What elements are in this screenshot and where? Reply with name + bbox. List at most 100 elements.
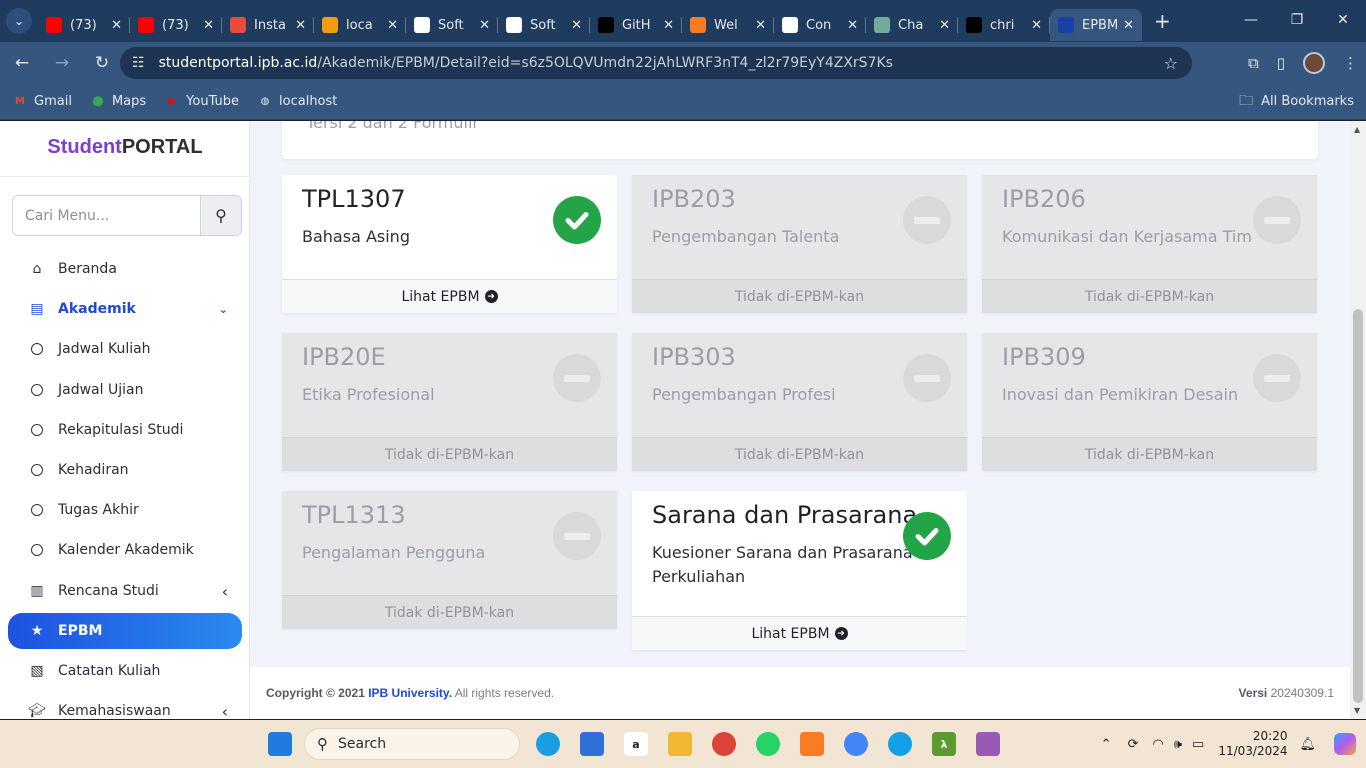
- menu-search-input[interactable]: [13, 196, 200, 235]
- star-icon: ★: [30, 623, 44, 639]
- org-link[interactable]: IPB University.: [368, 686, 452, 700]
- bookmark-item[interactable]: ◍ localhost: [257, 94, 338, 110]
- browser-tab[interactable]: Soft ✕: [406, 9, 498, 41]
- browser-tab[interactable]: Wel ✕: [682, 9, 774, 41]
- windows-start-icon[interactable]: [268, 732, 292, 756]
- terminal-icon[interactable]: λ: [932, 732, 956, 756]
- tab-title: Cha: [898, 17, 924, 33]
- book-icon: ▤: [30, 301, 44, 317]
- whatsapp-icon[interactable]: [756, 732, 780, 756]
- scroll-thumb[interactable]: [1353, 309, 1363, 703]
- store-icon[interactable]: [580, 732, 604, 756]
- bookmark-star-icon[interactable]: ☆: [1164, 54, 1178, 73]
- sidebar-item-tugas-akhir[interactable]: Tugas Akhir: [8, 492, 242, 528]
- tab-close-icon[interactable]: ✕: [755, 18, 766, 33]
- all-bookmarks-button[interactable]: 🗀 All Bookmarks: [1239, 90, 1354, 114]
- sidebar-item-kalender-akademik[interactable]: Kalender Akademik: [8, 532, 242, 568]
- browser-tab[interactable]: GitH ✕: [590, 9, 682, 41]
- tab-close-icon[interactable]: ✕: [111, 18, 122, 33]
- bookmark-item[interactable]: M Gmail: [12, 94, 72, 110]
- browser-tab[interactable]: Cha ✕: [866, 9, 958, 41]
- site-info-icon[interactable]: ☷: [132, 55, 145, 71]
- search-icon[interactable]: ⚲: [200, 196, 241, 235]
- info-card-text: Tersi 2 dan 2 Formulir: [306, 121, 479, 132]
- restore-button[interactable]: ❐: [1274, 0, 1320, 40]
- sidebar-item-catatan-kuliah[interactable]: ▧ Catatan Kuliah: [8, 653, 242, 689]
- chrome-profile-icon[interactable]: [844, 732, 868, 756]
- sidebar-item-rekapitulasi-studi[interactable]: Rekapitulasi Studi: [8, 412, 242, 448]
- scroll-up-icon[interactable]: ▲: [1354, 125, 1360, 134]
- tab-close-icon[interactable]: ✕: [571, 18, 582, 33]
- tab-close-icon[interactable]: ✕: [1031, 18, 1042, 33]
- menu-icon[interactable]: ⋮: [1343, 54, 1358, 72]
- tab-close-icon[interactable]: ✕: [479, 18, 490, 33]
- app-icon[interactable]: [888, 732, 912, 756]
- tab-close-icon[interactable]: ✕: [663, 18, 674, 33]
- browser-tab[interactable]: (73) ✕: [38, 9, 130, 41]
- browser-tab[interactable]: EPBM ✕: [1050, 9, 1142, 41]
- bookmark-item[interactable]: ⬤ Maps: [90, 94, 146, 110]
- bookmark-item[interactable]: ▶ YouTube: [164, 94, 239, 110]
- edge-icon[interactable]: [536, 732, 560, 756]
- clock[interactable]: 20:20 11/03/2024: [1218, 729, 1287, 759]
- tab-search-button[interactable]: ⌄: [6, 8, 32, 34]
- browser-tab[interactable]: Soft ✕: [498, 9, 590, 41]
- minus-circle-icon: [903, 196, 951, 244]
- new-tab-button[interactable]: +: [1154, 9, 1171, 33]
- profile-avatar[interactable]: [1303, 52, 1325, 74]
- page-scrollbar[interactable]: ▲ ▼: [1350, 121, 1366, 719]
- tab-close-icon[interactable]: ✕: [939, 18, 950, 33]
- tab-close-icon[interactable]: ✕: [295, 18, 306, 33]
- sidebar-item-jadwal-ujian[interactable]: Jadwal Ujian: [8, 372, 242, 408]
- sidebar-item-rencana-studi[interactable]: ▥ Rencana Studi ‹: [8, 573, 242, 609]
- tab-title: EPBM: [1082, 17, 1119, 33]
- xampp-icon[interactable]: [800, 732, 824, 756]
- os-taskbar: ⚲ Search a λ ⌃ ⟳ ◠ 🕪 ▭ 20:20 11/03/2024 …: [0, 720, 1366, 768]
- view-epbm-link[interactable]: Lihat EPBM ➜: [282, 279, 617, 313]
- tab-close-icon[interactable]: ✕: [387, 18, 398, 33]
- sidebar-item-jadwal-kuliah[interactable]: Jadwal Kuliah: [8, 331, 242, 367]
- tab-close-icon[interactable]: ✕: [203, 18, 214, 33]
- view-epbm-link[interactable]: Lihat EPBM ➜: [632, 616, 967, 650]
- amazon-icon[interactable]: a: [624, 732, 648, 756]
- brand-logo[interactable]: StudentPORTAL: [0, 136, 250, 159]
- browser-tab[interactable]: chri ✕: [958, 9, 1050, 41]
- address-bar[interactable]: ☷ studentportal.ipb.ac.id/Akademik/EPBM/…: [120, 47, 1192, 79]
- scroll-down-icon[interactable]: ▼: [1354, 706, 1360, 715]
- forward-button[interactable]: →: [44, 47, 80, 79]
- course-card: IPB20E Etika Profesional Tidak di-EPBM-kan: [282, 333, 617, 471]
- wifi-icon[interactable]: ◠: [1152, 737, 1163, 752]
- reload-button[interactable]: ↻: [84, 47, 120, 79]
- notification-icon[interactable]: 🔔︎: [1299, 737, 1316, 752]
- browser-tab[interactable]: loca ✕: [314, 9, 406, 41]
- taskbar-search-label: Search: [338, 736, 387, 752]
- not-evaluated-label: Tidak di-EPBM-kan: [982, 437, 1317, 471]
- bookmark-label: localhost: [279, 94, 338, 109]
- extensions-icon[interactable]: ⧉: [1248, 54, 1259, 72]
- taskbar-search[interactable]: ⚲ Search: [304, 728, 520, 760]
- sidebar-item-beranda[interactable]: ⌂ Beranda: [8, 251, 242, 287]
- sync-icon[interactable]: ⟳: [1128, 737, 1139, 752]
- tab-close-icon[interactable]: ✕: [847, 18, 858, 33]
- back-button[interactable]: ←: [4, 47, 40, 79]
- snipping-icon[interactable]: [976, 732, 1000, 756]
- chevron-up-icon[interactable]: ⌃: [1101, 737, 1112, 752]
- browser-tab[interactable]: (73) ✕: [130, 9, 222, 41]
- close-window-button[interactable]: ✕: [1320, 0, 1366, 40]
- sidebar-item-epbm[interactable]: ★ EPBM: [8, 613, 242, 649]
- battery-icon[interactable]: ▭: [1192, 737, 1204, 752]
- side-panel-icon[interactable]: ▯: [1277, 54, 1285, 72]
- browser-tab[interactable]: Insta ✕: [222, 9, 314, 41]
- clipboard-icon: ▥: [30, 583, 44, 599]
- copilot-icon[interactable]: [1334, 733, 1356, 755]
- tab-close-icon[interactable]: ✕: [1123, 18, 1134, 33]
- volume-icon[interactable]: 🕪: [1174, 737, 1182, 752]
- browser-tab[interactable]: Con ✕: [774, 9, 866, 41]
- sidebar-item-kemahasiswaan[interactable]: 🎓︎ Kemahasiswaan ‹: [8, 693, 242, 720]
- file-explorer-icon[interactable]: [668, 732, 692, 756]
- chrome-icon[interactable]: [712, 732, 736, 756]
- sidebar-item-kehadiran[interactable]: Kehadiran: [8, 452, 242, 488]
- sidebar-item-akademik[interactable]: ▤ Akademik ⌄: [8, 291, 242, 327]
- sidebar: StudentPORTAL ⚲ ⌂ Beranda ▤ Akademik ⌄ Jadwal…: [0, 121, 250, 719]
- minimize-button[interactable]: —: [1228, 0, 1274, 40]
